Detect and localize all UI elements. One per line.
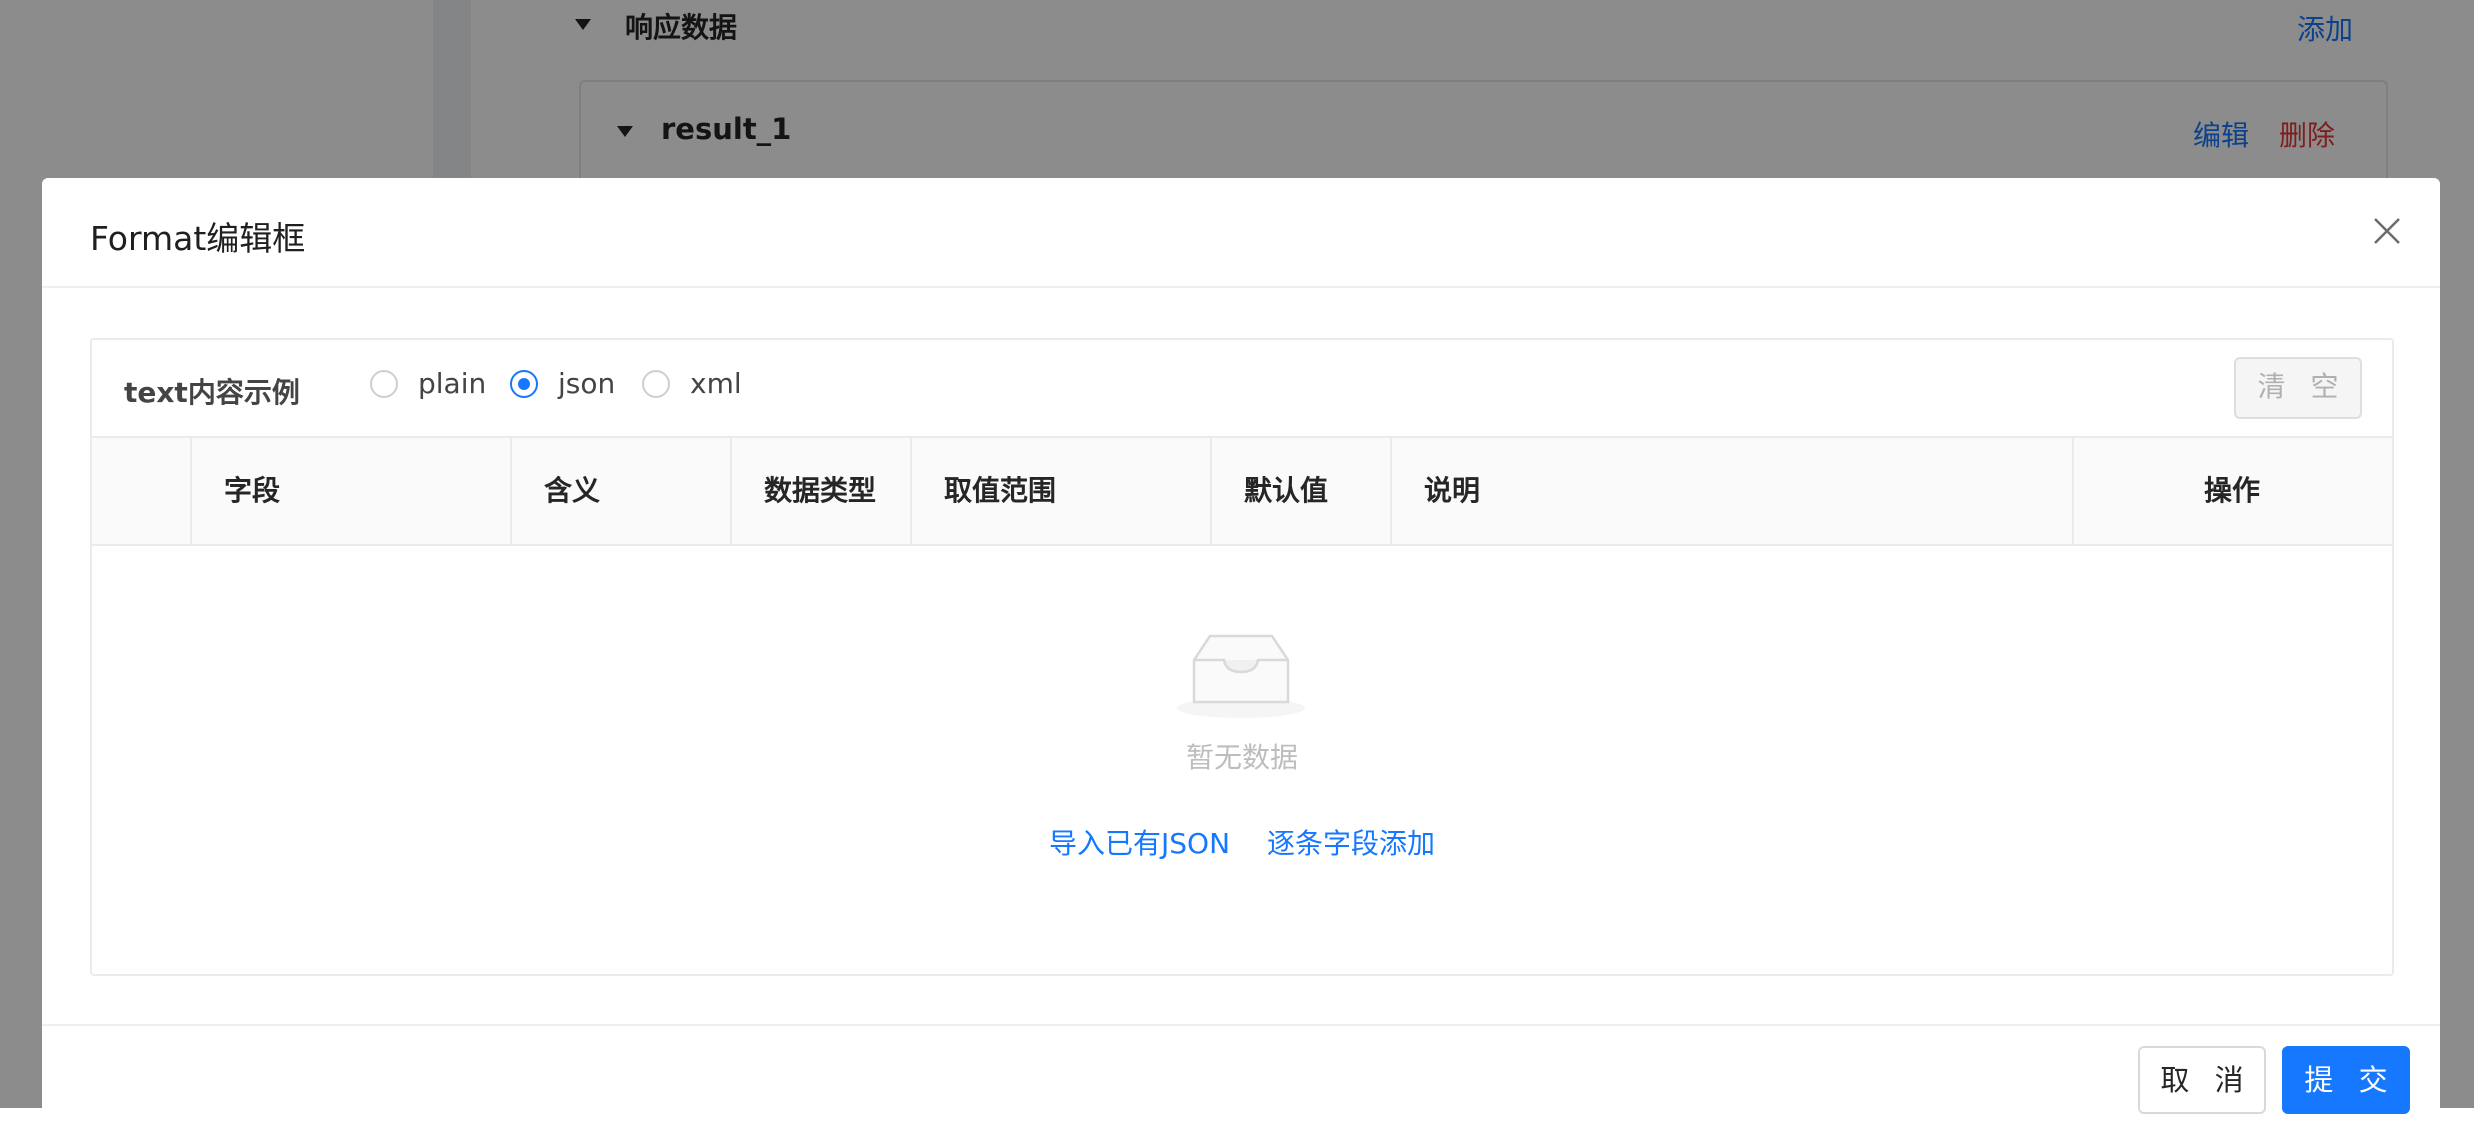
- format-modal: Format编辑框 text内容示例 plain json xml 清 空 字段: [42, 178, 2440, 1138]
- clear-button[interactable]: 清 空: [2234, 357, 2362, 419]
- format-toolbar: text内容示例 plain json xml 清 空: [92, 340, 2392, 438]
- radio-xml-circle[interactable]: [642, 370, 670, 398]
- add-field-link[interactable]: 逐条字段添加: [1267, 827, 1435, 860]
- column-header-select: [92, 438, 190, 544]
- column-header-meaning: 含义: [510, 438, 730, 544]
- column-header-description: 说明: [1390, 438, 2072, 544]
- empty-text: 暂无数据: [1185, 741, 1298, 774]
- column-header-range: 取值范围: [910, 438, 1210, 544]
- radio-plain-circle[interactable]: [370, 370, 398, 398]
- column-header-default: 默认值: [1210, 438, 1390, 544]
- empty-state: 暂无数据 导入已有JSON 逐条字段添加: [92, 544, 2392, 972]
- table-header: 字段 含义 数据类型 取值范围 默认值 说明 操作: [92, 438, 2392, 546]
- import-json-link[interactable]: 导入已有JSON: [1049, 827, 1230, 860]
- modal-title: Format编辑框: [90, 219, 306, 258]
- modal-header: Format编辑框: [42, 178, 2440, 288]
- column-header-data-type: 数据类型: [730, 438, 910, 544]
- close-icon[interactable]: [2372, 216, 2402, 246]
- empty-inbox-icon: [1177, 634, 1305, 718]
- radio-json-circle[interactable]: [510, 370, 538, 398]
- radio-json-label[interactable]: json: [558, 367, 615, 400]
- column-header-field: 字段: [190, 438, 510, 544]
- empty-actions: 导入已有JSON 逐条字段添加: [92, 822, 2392, 862]
- column-header-actions: 操作: [2072, 438, 2390, 544]
- cancel-button[interactable]: 取 消: [2138, 1046, 2266, 1114]
- format-editor-box: text内容示例 plain json xml 清 空 字段 含义 数据类型 取…: [90, 338, 2394, 976]
- text-example-label: text内容示例: [124, 376, 300, 409]
- radio-xml-label[interactable]: xml: [690, 367, 742, 400]
- radio-plain-label[interactable]: plain: [418, 367, 486, 400]
- submit-button[interactable]: 提 交: [2282, 1046, 2410, 1114]
- modal-footer-divider: [42, 1024, 2440, 1026]
